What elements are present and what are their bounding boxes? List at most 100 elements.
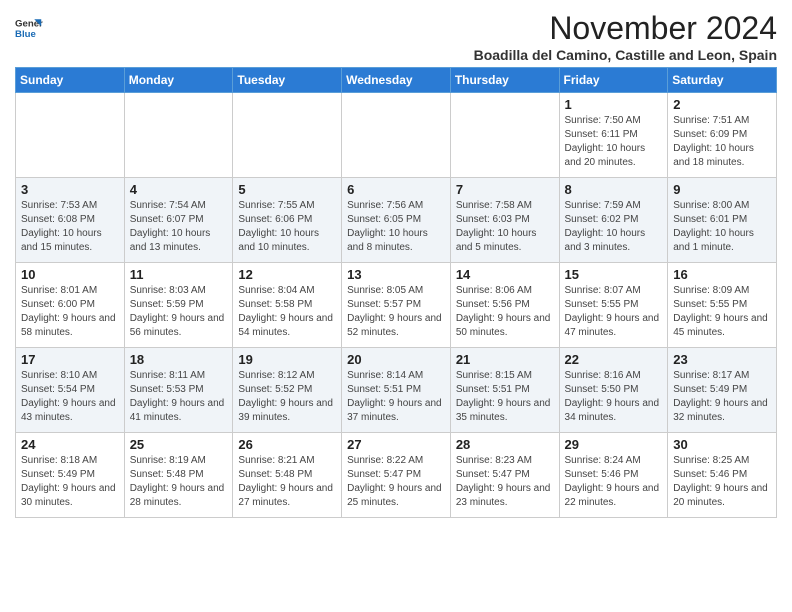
- calendar-cell: 22Sunrise: 8:16 AM Sunset: 5:50 PM Dayli…: [559, 348, 668, 433]
- calendar-cell: 9 Sunrise: 8:00 AM Sunset: 6:01 PM Daylig…: [668, 178, 777, 263]
- day-info: Sunrise: 8:00 AM Sunset: 6:01 PM Dayligh…: [673, 199, 771, 255]
- day-number: 24: [21, 437, 119, 452]
- day-number: 25: [130, 437, 228, 452]
- day-number: 6: [347, 182, 445, 197]
- day-number: 5: [238, 182, 336, 197]
- day-number: 1: [565, 97, 663, 112]
- day-header-friday: Friday: [559, 68, 668, 93]
- day-info: Sunrise: 8:14 AM Sunset: 5:51 PM Dayligh…: [347, 369, 445, 425]
- week-row-3: 10Sunrise: 8:01 AM Sunset: 6:00 PM Dayli…: [16, 263, 777, 348]
- logo: General Blue: [15, 14, 43, 42]
- day-number: 14: [456, 267, 554, 282]
- calendar-cell: [124, 93, 233, 178]
- day-number: 3: [21, 182, 119, 197]
- calendar-cell: 18 Sunrise: 8:11 AM Sunset: 5:53 PM Dayli…: [124, 348, 233, 433]
- day-number: 16: [673, 267, 771, 282]
- calendar-cell: 10Sunrise: 8:01 AM Sunset: 6:00 PM Dayli…: [16, 263, 125, 348]
- month-title: November 2024: [474, 10, 777, 47]
- day-info: Sunrise: 7:50 AM Sunset: 6:11 PM Dayligh…: [565, 114, 663, 170]
- week-row-4: 17 Sunrise: 8:10 AM Sunset: 5:54 PM Dayli…: [16, 348, 777, 433]
- day-number: 21: [456, 352, 554, 367]
- calendar-cell: 5 Sunrise: 7:55 AM Sunset: 6:06 PM Daylig…: [233, 178, 342, 263]
- calendar-cell: 1 Sunrise: 7:50 AM Sunset: 6:11 PM Daylig…: [559, 93, 668, 178]
- day-info: Sunrise: 8:19 AM Sunset: 5:48 PM Dayligh…: [130, 454, 228, 510]
- calendar-cell: 23 Sunrise: 8:17 AM Sunset: 5:49 PM Dayli…: [668, 348, 777, 433]
- day-info: Sunrise: 7:55 AM Sunset: 6:06 PM Dayligh…: [238, 199, 336, 255]
- day-number: 4: [130, 182, 228, 197]
- calendar-header: SundayMondayTuesdayWednesdayThursdayFrid…: [16, 68, 777, 93]
- day-header-sunday: Sunday: [16, 68, 125, 93]
- day-number: 11: [130, 267, 228, 282]
- day-header-saturday: Saturday: [668, 68, 777, 93]
- calendar-cell: 11 Sunrise: 8:03 AM Sunset: 5:59 PM Dayli…: [124, 263, 233, 348]
- calendar-cell: 25 Sunrise: 8:19 AM Sunset: 5:48 PM Dayli…: [124, 433, 233, 518]
- day-info: Sunrise: 8:10 AM Sunset: 5:54 PM Dayligh…: [21, 369, 119, 425]
- day-info: Sunrise: 8:07 AM Sunset: 5:55 PM Dayligh…: [565, 284, 663, 340]
- title-area: November 2024 Boadilla del Camino, Casti…: [474, 10, 777, 63]
- day-number: 7: [456, 182, 554, 197]
- calendar-cell: 30Sunrise: 8:25 AM Sunset: 5:46 PM Dayli…: [668, 433, 777, 518]
- day-info: Sunrise: 8:11 AM Sunset: 5:53 PM Dayligh…: [130, 369, 228, 425]
- day-number: 9: [673, 182, 771, 197]
- calendar-cell: 3 Sunrise: 7:53 AM Sunset: 6:08 PM Daylig…: [16, 178, 125, 263]
- calendar-cell: 24Sunrise: 8:18 AM Sunset: 5:49 PM Dayli…: [16, 433, 125, 518]
- svg-text:Blue: Blue: [15, 29, 36, 40]
- calendar-cell: 27 Sunrise: 8:22 AM Sunset: 5:47 PM Dayli…: [342, 433, 451, 518]
- calendar-cell: 6 Sunrise: 7:56 AM Sunset: 6:05 PM Daylig…: [342, 178, 451, 263]
- day-info: Sunrise: 8:17 AM Sunset: 5:49 PM Dayligh…: [673, 369, 771, 425]
- day-number: 15: [565, 267, 663, 282]
- day-number: 23: [673, 352, 771, 367]
- calendar-cell: 13 Sunrise: 8:05 AM Sunset: 5:57 PM Dayli…: [342, 263, 451, 348]
- calendar-cell: 21 Sunrise: 8:15 AM Sunset: 5:51 PM Dayli…: [450, 348, 559, 433]
- calendar-cell: 28Sunrise: 8:23 AM Sunset: 5:47 PM Dayli…: [450, 433, 559, 518]
- calendar-cell: [342, 93, 451, 178]
- day-info: Sunrise: 7:56 AM Sunset: 6:05 PM Dayligh…: [347, 199, 445, 255]
- day-number: 10: [21, 267, 119, 282]
- logo-icon: General Blue: [15, 14, 43, 42]
- calendar-cell: 8Sunrise: 7:59 AM Sunset: 6:02 PM Daylig…: [559, 178, 668, 263]
- calendar-cell: 17 Sunrise: 8:10 AM Sunset: 5:54 PM Dayli…: [16, 348, 125, 433]
- day-number: 2: [673, 97, 771, 112]
- day-info: Sunrise: 7:58 AM Sunset: 6:03 PM Dayligh…: [456, 199, 554, 255]
- day-info: Sunrise: 8:22 AM Sunset: 5:47 PM Dayligh…: [347, 454, 445, 510]
- page-header: General Blue November 2024 Boadilla del …: [15, 10, 777, 63]
- day-number: 19: [238, 352, 336, 367]
- calendar-cell: 12 Sunrise: 8:04 AM Sunset: 5:58 PM Dayli…: [233, 263, 342, 348]
- calendar-cell: 29 Sunrise: 8:24 AM Sunset: 5:46 PM Dayli…: [559, 433, 668, 518]
- calendar-table: SundayMondayTuesdayWednesdayThursdayFrid…: [15, 67, 777, 518]
- day-info: Sunrise: 8:12 AM Sunset: 5:52 PM Dayligh…: [238, 369, 336, 425]
- week-row-5: 24Sunrise: 8:18 AM Sunset: 5:49 PM Dayli…: [16, 433, 777, 518]
- day-header-monday: Monday: [124, 68, 233, 93]
- day-info: Sunrise: 8:15 AM Sunset: 5:51 PM Dayligh…: [456, 369, 554, 425]
- day-info: Sunrise: 8:23 AM Sunset: 5:47 PM Dayligh…: [456, 454, 554, 510]
- day-number: 13: [347, 267, 445, 282]
- day-info: Sunrise: 8:25 AM Sunset: 5:46 PM Dayligh…: [673, 454, 771, 510]
- day-header-thursday: Thursday: [450, 68, 559, 93]
- day-number: 17: [21, 352, 119, 367]
- calendar-cell: 15 Sunrise: 8:07 AM Sunset: 5:55 PM Dayli…: [559, 263, 668, 348]
- day-info: Sunrise: 8:03 AM Sunset: 5:59 PM Dayligh…: [130, 284, 228, 340]
- day-number: 12: [238, 267, 336, 282]
- day-header-wednesday: Wednesday: [342, 68, 451, 93]
- week-row-1: 1 Sunrise: 7:50 AM Sunset: 6:11 PM Daylig…: [16, 93, 777, 178]
- calendar-cell: 2 Sunrise: 7:51 AM Sunset: 6:09 PM Daylig…: [668, 93, 777, 178]
- week-row-2: 3 Sunrise: 7:53 AM Sunset: 6:08 PM Daylig…: [16, 178, 777, 263]
- day-info: Sunrise: 7:54 AM Sunset: 6:07 PM Dayligh…: [130, 199, 228, 255]
- day-header-tuesday: Tuesday: [233, 68, 342, 93]
- calendar-cell: 4 Sunrise: 7:54 AM Sunset: 6:07 PM Daylig…: [124, 178, 233, 263]
- day-number: 18: [130, 352, 228, 367]
- day-info: Sunrise: 7:53 AM Sunset: 6:08 PM Dayligh…: [21, 199, 119, 255]
- day-info: Sunrise: 7:51 AM Sunset: 6:09 PM Dayligh…: [673, 114, 771, 170]
- location-subtitle: Boadilla del Camino, Castille and Leon, …: [474, 47, 777, 63]
- day-info: Sunrise: 8:05 AM Sunset: 5:57 PM Dayligh…: [347, 284, 445, 340]
- calendar-cell: 20Sunrise: 8:14 AM Sunset: 5:51 PM Dayli…: [342, 348, 451, 433]
- day-info: Sunrise: 7:59 AM Sunset: 6:02 PM Dayligh…: [565, 199, 663, 255]
- header-row: SundayMondayTuesdayWednesdayThursdayFrid…: [16, 68, 777, 93]
- day-info: Sunrise: 8:04 AM Sunset: 5:58 PM Dayligh…: [238, 284, 336, 340]
- day-number: 27: [347, 437, 445, 452]
- day-info: Sunrise: 8:24 AM Sunset: 5:46 PM Dayligh…: [565, 454, 663, 510]
- day-number: 22: [565, 352, 663, 367]
- calendar-cell: 19 Sunrise: 8:12 AM Sunset: 5:52 PM Dayli…: [233, 348, 342, 433]
- day-number: 29: [565, 437, 663, 452]
- calendar-cell: [233, 93, 342, 178]
